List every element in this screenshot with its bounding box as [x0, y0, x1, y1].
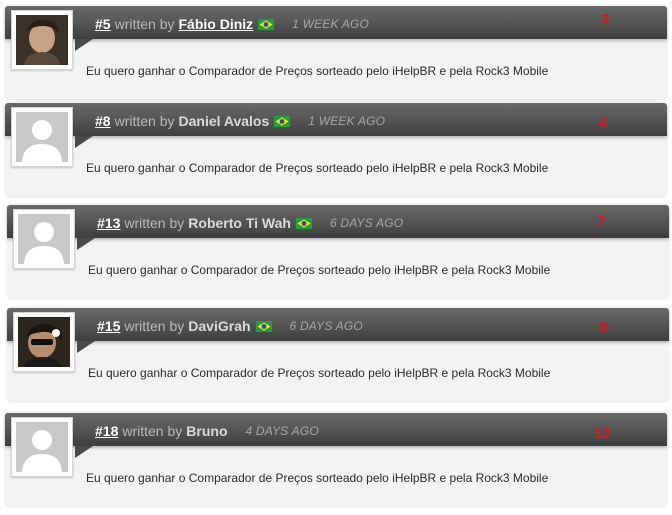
vote-count: 2 — [601, 11, 610, 28]
comment-text: Eu quero ganhar o Comparador de Preços s… — [88, 263, 551, 277]
user-photo-icon — [18, 317, 70, 367]
avatar[interactable] — [11, 10, 73, 70]
vote-count: 7 — [597, 213, 606, 230]
avatar[interactable] — [11, 417, 73, 477]
header-notch — [77, 341, 95, 353]
vote-count: 4 — [598, 115, 607, 132]
comment-item: #5 written by Fábio Diniz 1 WEEK AGO 2 E… — [5, 4, 667, 99]
comment-item: #18 written by Bruno 4 DAYS AGO 12 Eu qu… — [5, 411, 667, 506]
author-link[interactable]: Fábio Diniz — [179, 16, 254, 32]
comment-meta: #5 written by Fábio Diniz 1 WEEK AGO — [95, 15, 369, 33]
comment-time: 6 DAYS AGO — [289, 319, 363, 333]
header-notch — [77, 238, 95, 250]
comment-time: 1 WEEK AGO — [292, 17, 370, 31]
header-notch — [75, 39, 93, 51]
written-by-label: written by — [114, 113, 175, 129]
header-notch — [75, 136, 93, 148]
comment-item: #13 written by Roberto Ti Wah 6 DAYS AGO… — [7, 203, 669, 298]
brazil-flag-icon — [255, 320, 272, 332]
avatar[interactable] — [13, 312, 75, 372]
written-by-label: written by — [114, 16, 175, 32]
author-name: Daniel Avalos — [178, 113, 270, 129]
comment-number-link[interactable]: #8 — [95, 113, 111, 129]
author-name: Bruno — [186, 423, 228, 439]
comment-time: 6 DAYS AGO — [329, 216, 404, 230]
avatar[interactable] — [13, 209, 75, 269]
comment-meta: #18 written by Bruno 4 DAYS AGO — [95, 422, 319, 440]
brazil-flag-icon — [258, 18, 275, 30]
comment-meta: #15 written by DaviGrah 6 DAYS AGO — [97, 317, 363, 335]
avatar[interactable] — [11, 107, 73, 167]
comment-time: 1 WEEK AGO — [308, 114, 386, 128]
comment-text: Eu quero ganhar o Comparador de Preços s… — [86, 64, 549, 78]
default-avatar-icon — [16, 112, 68, 162]
comment-meta: #13 written by Roberto Ti Wah 6 DAYS AGO — [97, 214, 403, 232]
author-name: Roberto Ti Wah — [188, 215, 291, 231]
comment-item: #15 written by DaviGrah 6 DAYS AGO 9 Eu … — [7, 306, 669, 401]
user-photo-icon — [16, 15, 68, 65]
author-name: DaviGrah — [188, 318, 251, 334]
comment-number-link[interactable]: #13 — [97, 215, 120, 231]
vote-count: 9 — [599, 319, 608, 336]
header-notch — [75, 446, 93, 458]
default-avatar-icon — [16, 422, 68, 472]
comment-item: #8 written by Daniel Avalos 1 WEEK AGO 4… — [5, 101, 667, 196]
comment-number-link[interactable]: #15 — [97, 318, 120, 334]
comment-meta: #8 written by Daniel Avalos 1 WEEK AGO — [95, 112, 385, 130]
written-by-label: written by — [124, 215, 185, 231]
comment-text: Eu quero ganhar o Comparador de Preços s… — [86, 471, 549, 485]
brazil-flag-icon — [274, 115, 291, 127]
comment-number-link[interactable]: #5 — [95, 16, 111, 32]
comment-time: 4 DAYS AGO — [245, 424, 319, 438]
vote-count: 12 — [594, 425, 611, 442]
comment-text: Eu quero ganhar o Comparador de Preços s… — [86, 161, 549, 175]
written-by-label: written by — [122, 423, 183, 439]
brazil-flag-icon — [295, 217, 312, 229]
written-by-label: written by — [124, 318, 185, 334]
comment-number-link[interactable]: #18 — [95, 423, 118, 439]
comment-text: Eu quero ganhar o Comparador de Preços s… — [88, 366, 551, 380]
default-avatar-icon — [18, 214, 70, 264]
